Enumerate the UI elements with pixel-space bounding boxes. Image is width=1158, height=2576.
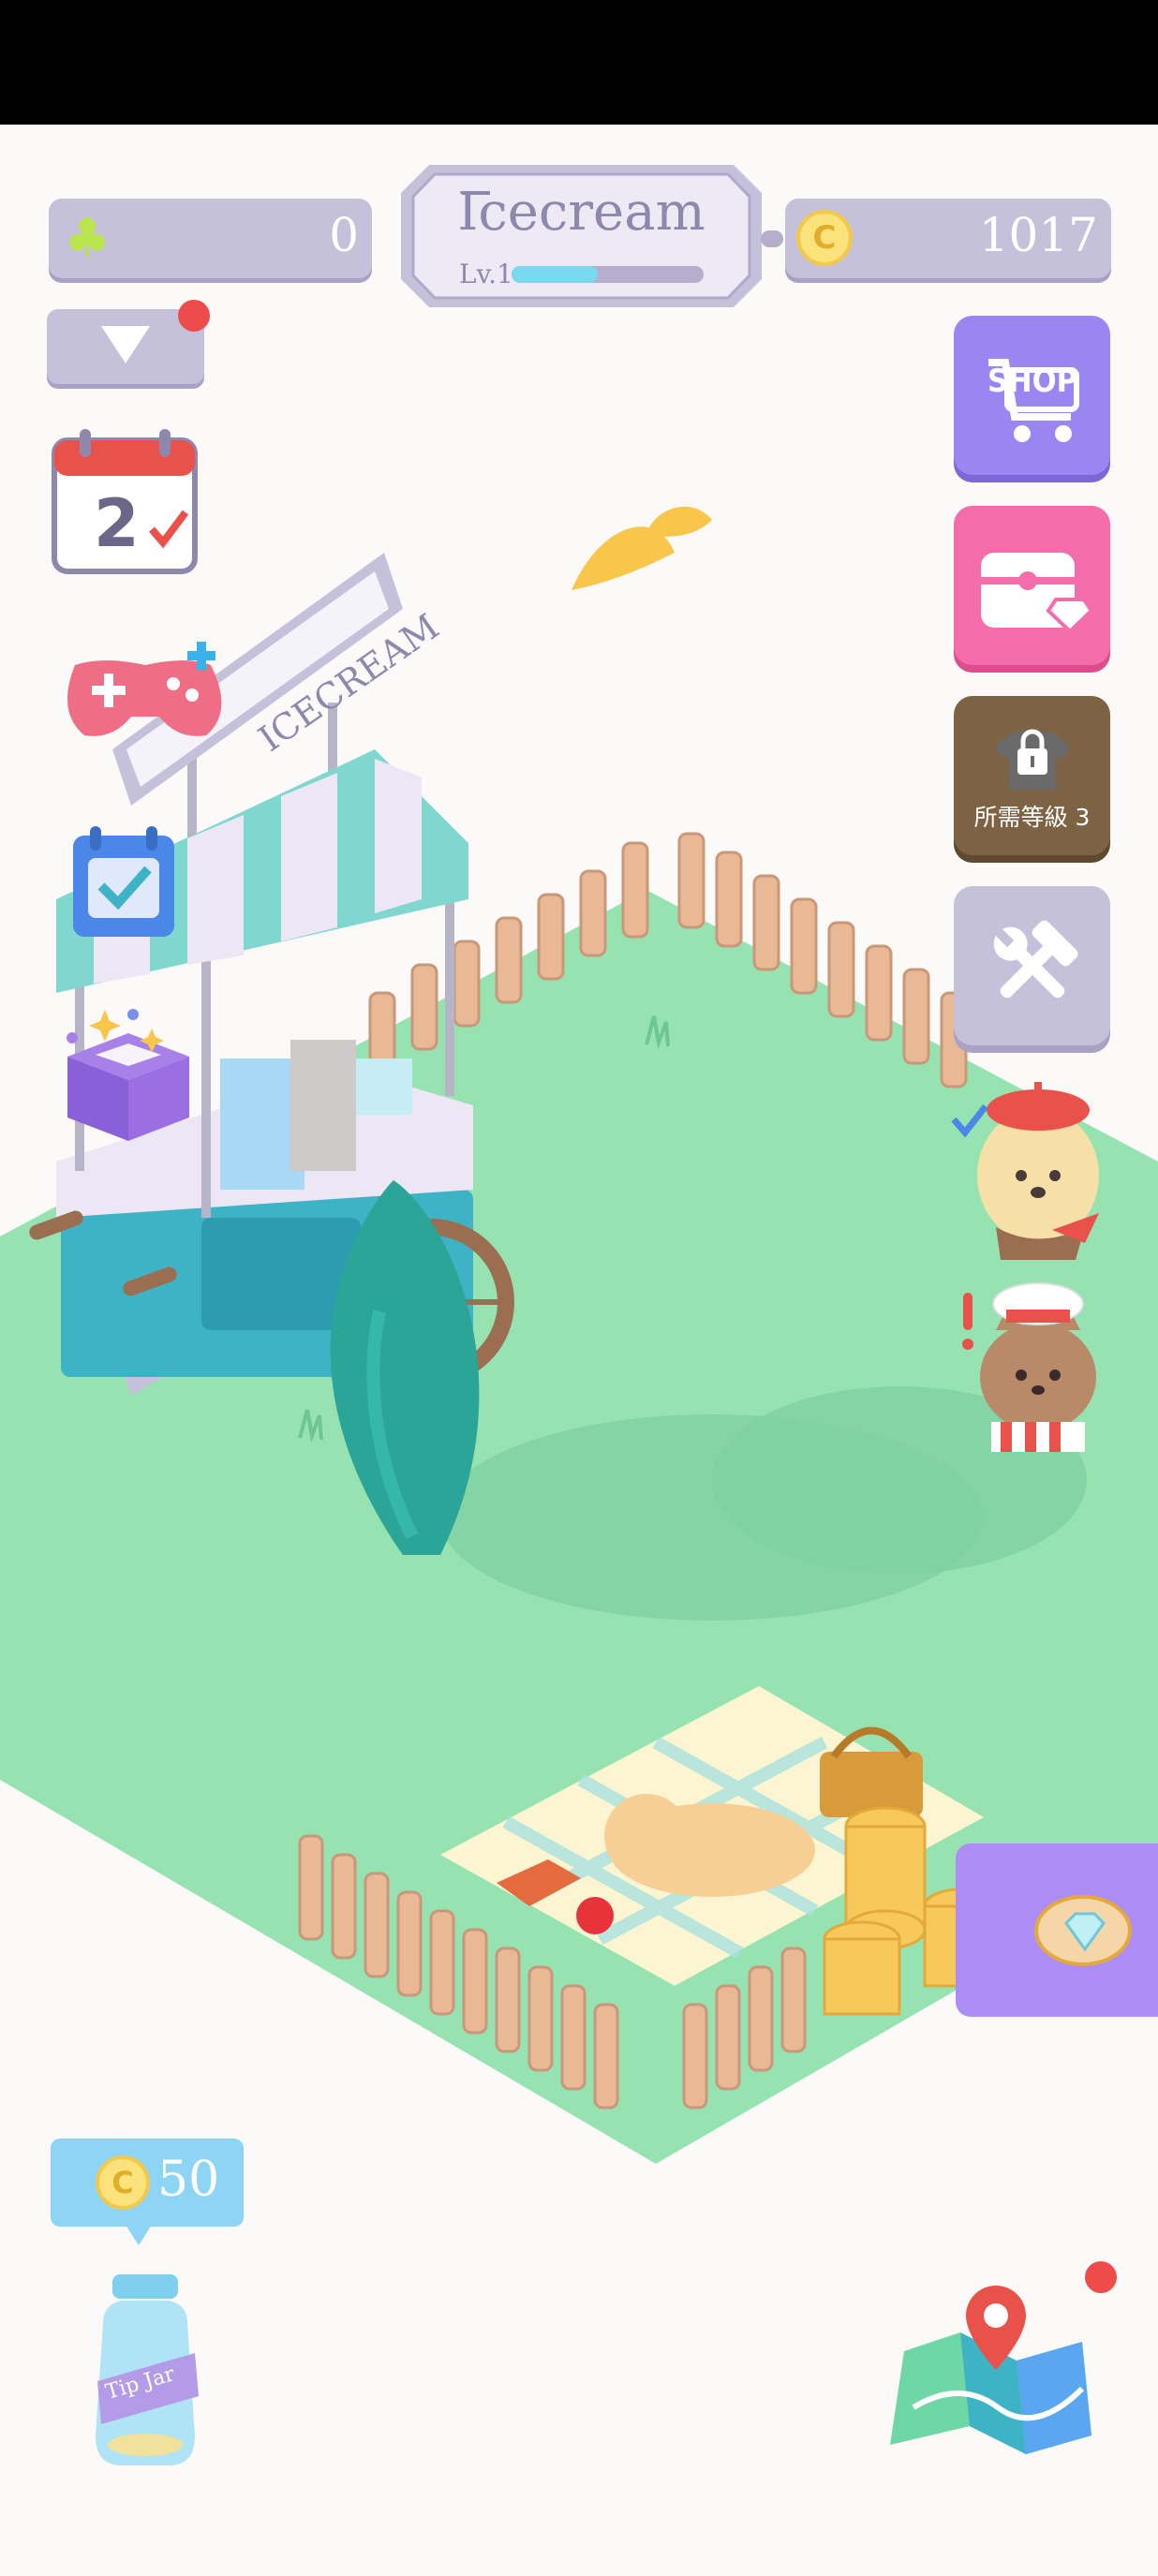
shop-button-label: SHOP <box>987 363 1078 400</box>
chevron-down-icon <box>101 326 150 363</box>
cat-customer-avatar[interactable] <box>954 1265 1113 1452</box>
daily-calendar-button[interactable]: 2 <box>47 422 204 581</box>
tools-button[interactable] <box>954 886 1110 1045</box>
diamond-icon <box>1034 1895 1132 1966</box>
level-progress-fill <box>512 266 599 283</box>
minigame-button[interactable] <box>56 637 234 749</box>
clover-counter: ♣ 0 <box>49 199 372 278</box>
locked-item-button[interactable]: 所需等級 3 <box>954 696 1110 855</box>
level-label: Lv.1 <box>459 259 513 289</box>
shop-button[interactable]: SHOP <box>954 316 1110 475</box>
treasure-chest-button[interactable] <box>954 506 1110 665</box>
diamond-offer-tab[interactable] <box>956 1843 1158 2017</box>
tip-jar[interactable]: Tip Jar <box>84 2267 206 2473</box>
gift-box-button[interactable] <box>58 991 199 1141</box>
checklist-icon <box>73 826 174 937</box>
lock-icon <box>994 729 1070 790</box>
tasks-checklist-button[interactable] <box>67 824 180 941</box>
coin-count: 1017 <box>978 208 1098 262</box>
hammer-wrench-icon <box>993 920 1077 999</box>
clover-count: 0 <box>329 208 359 262</box>
map-button[interactable] <box>885 2267 1101 2464</box>
notification-dot <box>178 300 210 332</box>
level-progress-bar <box>512 266 704 283</box>
clover-icon: ♣ <box>64 208 111 269</box>
coin-counter: C 1017 <box>785 199 1111 278</box>
treasure-chest-icon <box>980 553 1093 634</box>
tip-amount: 50 <box>157 2152 220 2208</box>
notification-dot <box>1085 2261 1117 2293</box>
calendar-day: 2 <box>94 485 140 562</box>
dog-customer-avatar[interactable] <box>944 1073 1113 1260</box>
gift-box-icon <box>67 1009 189 1141</box>
bubble-tail <box>126 2225 152 2245</box>
coin-icon: C <box>96 2155 150 2210</box>
coin-icon: C <box>796 210 853 266</box>
locked-item-requirement: 所需等級 3 <box>973 804 1091 831</box>
map-icon <box>890 2286 1091 2454</box>
plaque-connector <box>761 230 783 247</box>
cart-sign: ICECREAM <box>242 606 446 760</box>
tip-jar-bubble[interactable]: C 50 <box>51 2139 244 2245</box>
shop-name: Icecream <box>457 182 705 243</box>
gamepad-icon <box>67 642 222 736</box>
shop-name-plaque[interactable]: Icecream Lv.1 <box>401 165 762 307</box>
banana-peel <box>572 506 712 590</box>
